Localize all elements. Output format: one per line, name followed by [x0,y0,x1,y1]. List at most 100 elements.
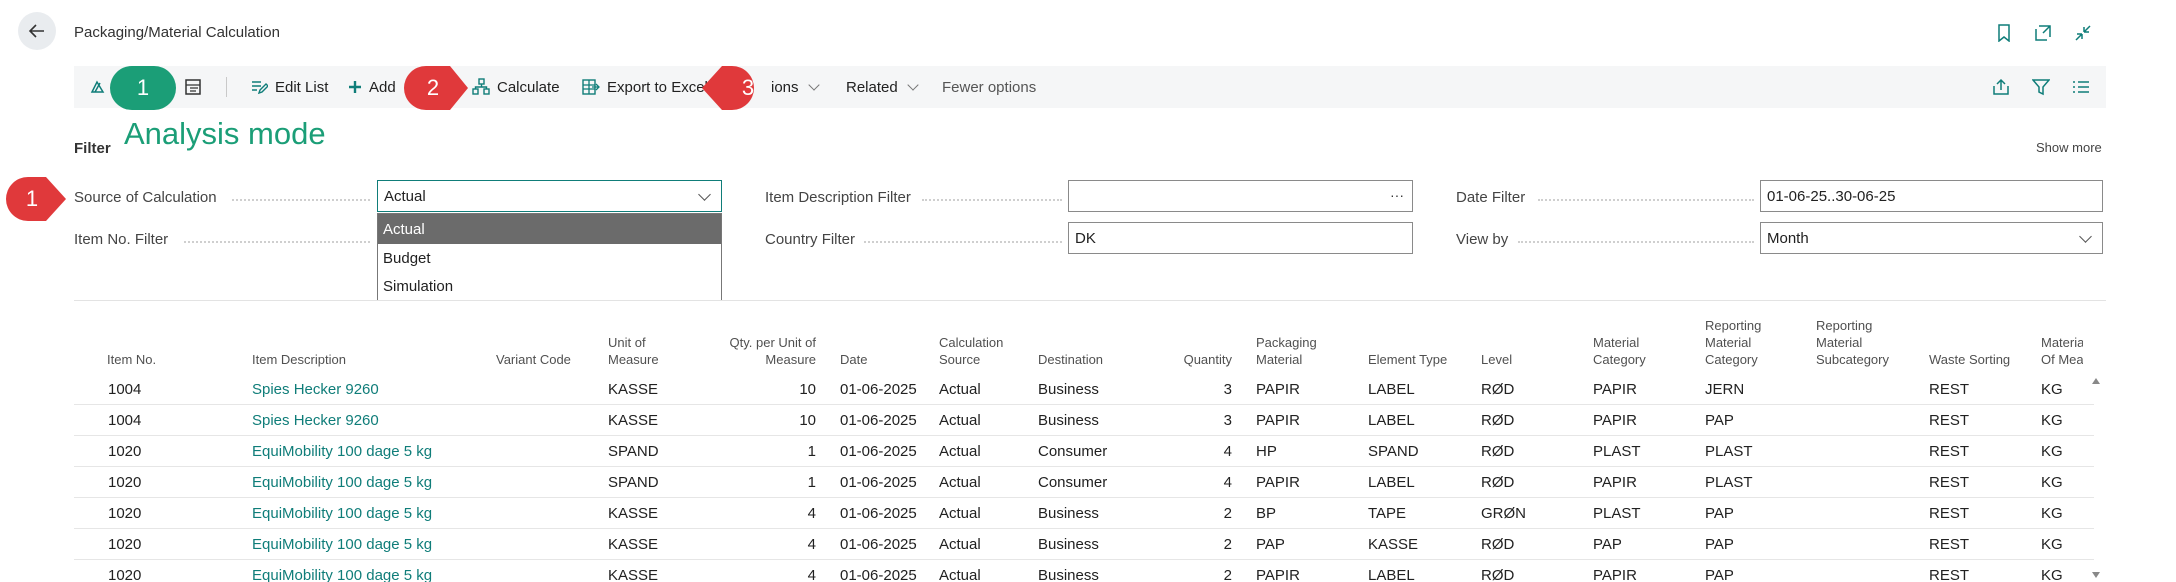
callout-filter-1: 1 [6,177,72,221]
cell-packaging-material: PAPIR [1256,381,1300,398]
list-view-button[interactable] [2072,66,2090,108]
cell-element-type: TAPE [1368,505,1407,522]
cell-quantity: 2 [1223,536,1232,553]
show-as-list-button[interactable] [184,66,202,108]
cell-destination: Consumer [1038,443,1108,460]
cell-packaging-material: BP [1256,505,1277,522]
cell-calculation-source: Actual [939,505,981,522]
calculate-button[interactable]: Calculate [472,66,560,108]
col-header-element-type[interactable]: Element Type [1368,351,1447,368]
export-to-excel-button[interactable]: Export to Excel [582,66,708,108]
cell-calculation-source: Actual [939,474,981,491]
cell-material-unit: KG [2041,412,2063,429]
table-row[interactable]: 1020 EquiMobility 100 dage 5 kg KASSE 4 01-0… [74,498,2094,529]
cell-reporting-material-category: PAP [1705,412,1734,429]
filter-icon [2032,79,2050,96]
cell-qty-per-uom: 10 [799,381,816,398]
cell-date: 01-06-2025 [840,443,917,460]
bookmark-icon[interactable] [1993,22,2015,44]
cell-unit-of-measure: KASSE [608,567,659,582]
leader-dots [1538,199,1754,201]
actions-menu[interactable]: ions [771,66,820,108]
col-header-unit-of-measure[interactable]: Unit of Measure [608,334,659,368]
action-bar: Edit List Add Calculate Export to Excel … [74,66,2106,108]
share-button[interactable] [1992,66,2010,108]
leader-dots [184,241,370,243]
item-description-filter-label: Item Description Filter [765,189,911,206]
calculate-label: Calculate [497,78,560,96]
table-row[interactable]: 1004 Spies Hecker 9260 KASSE 10 01-06-2025 Ac… [74,405,2094,436]
divider [74,300,2106,301]
table-row[interactable]: 1020 EquiMobility 100 dage 5 kg KASSE 4 01-0… [74,529,2094,560]
table-row[interactable]: 1020 EquiMobility 100 dage 5 kg SPAND 1 01-0… [74,467,2094,498]
cell-waste-sorting: REST [1929,443,1970,460]
date-filter-label: Date Filter [1456,189,1526,206]
cell-qty-per-uom: 4 [807,567,816,582]
related-menu[interactable]: Related [846,66,919,108]
cell-item-description[interactable]: Spies Hecker 9260 [252,405,379,436]
edit-list-label: Edit List [275,78,329,96]
dropdown-option-simulation[interactable]: Simulation [378,272,721,300]
list-icon [2073,81,2089,93]
col-header-destination[interactable]: Destination [1038,351,1103,368]
col-header-qty-per-uom[interactable]: Qty. per Unit of Measure [700,334,816,368]
col-header-reporting-material-category[interactable]: Reporting Material Category [1705,317,1761,368]
lookup-ellipsis-icon[interactable]: ··· [1390,187,1404,203]
vertical-scrollbar[interactable] [2090,374,2102,582]
table-row[interactable]: 1020 EquiMobility 100 dage 5 kg SPAND 1 01-0… [74,436,2094,467]
collapse-icon[interactable] [2072,22,2094,44]
col-header-quantity[interactable]: Quantity [1160,351,1232,368]
cell-item-no: 1004 [108,412,142,429]
cell-date: 01-06-2025 [840,536,917,553]
col-header-item-no[interactable]: Item No. [107,351,156,368]
analysis-mode-toggle[interactable] [88,66,108,108]
cell-date: 01-06-2025 [840,474,917,491]
col-header-calculation-source[interactable]: Calculation Source [939,334,1003,368]
cell-element-type: KASSE [1368,536,1419,553]
cell-packaging-material: HP [1256,443,1277,460]
cell-reporting-material-category: PAP [1705,505,1734,522]
col-header-material-category[interactable]: Material Category [1593,334,1646,368]
col-header-packaging-material[interactable]: Packaging Material [1256,334,1317,368]
country-filter-label: Country Filter [765,231,856,248]
excel-icon [582,79,600,95]
source-of-calculation-select[interactable]: Actual [377,180,722,212]
cell-item-description[interactable]: EquiMobility 100 dage 5 kg [252,529,432,560]
add-button[interactable]: Add [348,66,396,108]
cell-item-description[interactable]: EquiMobility 100 dage 5 kg [252,436,432,467]
table-row[interactable]: 1020 EquiMobility 100 dage 5 kg KASSE 4 01-0… [74,560,2094,582]
filter-pane-button[interactable] [2032,66,2050,108]
cell-item-description[interactable]: Spies Hecker 9260 [252,374,379,405]
cell-item-description[interactable]: EquiMobility 100 dage 5 kg [252,498,432,529]
table-row[interactable]: 1004 Spies Hecker 9260 KASSE 10 01-06-2025 Ac… [74,374,2094,405]
col-header-variant-code[interactable]: Variant Code [496,351,571,368]
col-header-reporting-material-subcategory[interactable]: Reporting Material Subcategory [1816,317,1889,368]
open-new-window-icon[interactable] [2032,22,2054,44]
col-header-item-description[interactable]: Item Description [252,351,346,368]
view-by-select[interactable]: Month [1760,222,2103,254]
item-no-filter-label: Item No. Filter [74,231,169,248]
col-header-waste-sorting[interactable]: Waste Sorting [1929,351,2010,368]
item-description-filter-input[interactable]: ··· [1068,180,1413,212]
date-filter-input[interactable]: 01-06-25..30-06-25 [1760,180,2103,212]
back-button[interactable] [18,12,56,50]
country-filter-value: DK [1075,229,1096,247]
plus-icon [349,81,361,93]
country-filter-input[interactable]: DK [1068,222,1413,254]
cell-material-unit: KG [2041,474,2063,491]
cell-item-description[interactable]: EquiMobility 100 dage 5 kg [252,560,432,582]
cell-unit-of-measure: KASSE [608,412,659,429]
cell-item-no: 1020 [108,567,142,582]
dropdown-option-actual[interactable]: Actual [378,214,721,244]
callout-1: 1 [110,66,176,110]
cell-item-description[interactable]: EquiMobility 100 dage 5 kg [252,467,432,498]
dropdown-option-budget[interactable]: Budget [378,244,721,272]
col-header-level[interactable]: Level [1481,351,1512,368]
col-header-material-unit-of-measure[interactable]: Material UrOf Measure [2041,334,2083,368]
col-header-date[interactable]: Date [840,351,867,368]
show-more-link[interactable]: Show more [2036,140,2102,155]
edit-list-button[interactable]: Edit List [250,66,328,108]
leader-dots [922,199,1062,201]
fewer-options-button[interactable]: Fewer options [942,66,1036,108]
cell-material-category: PAP [1593,536,1622,553]
